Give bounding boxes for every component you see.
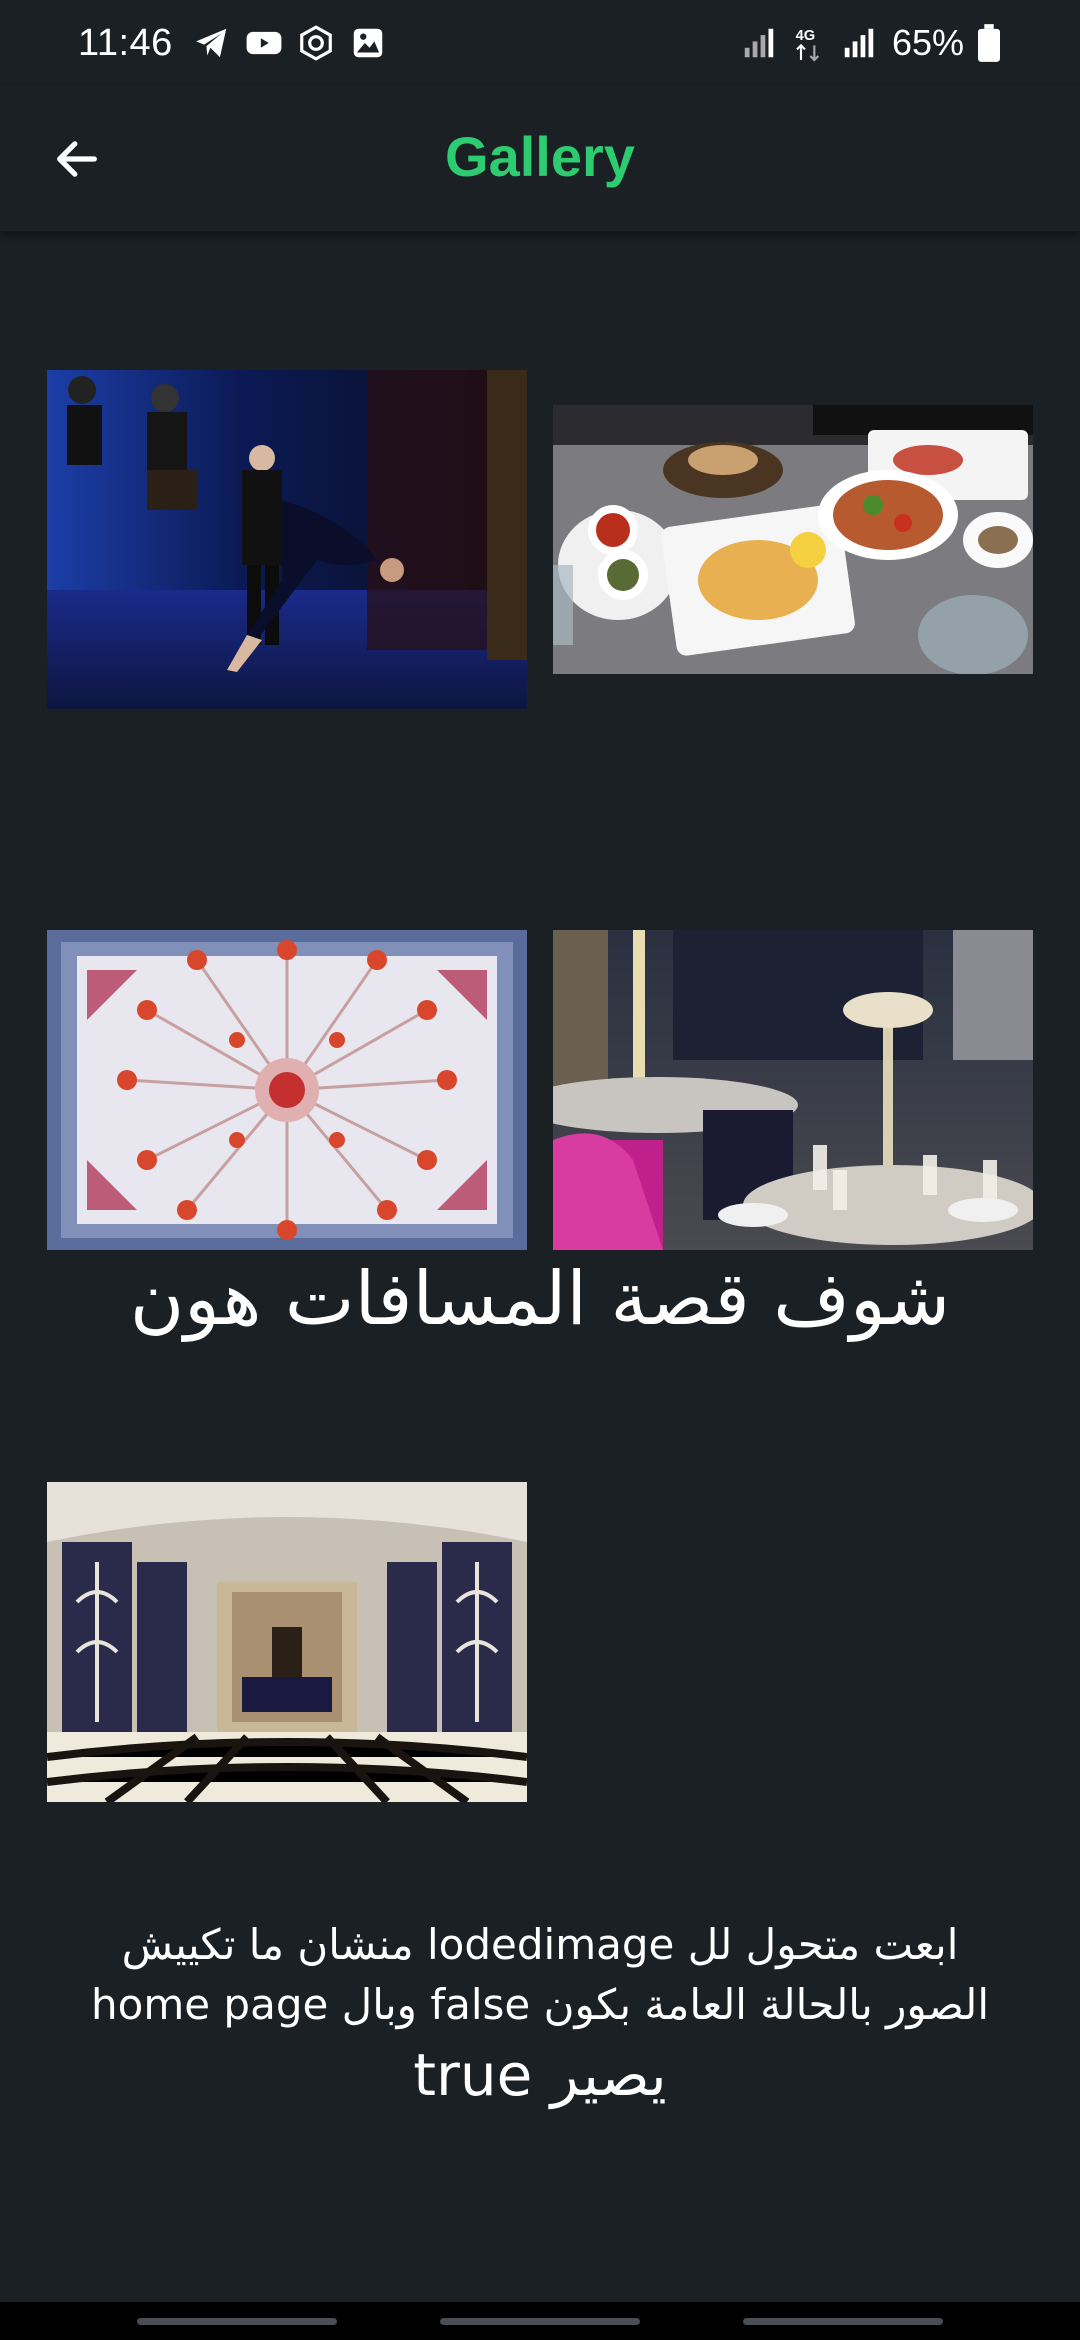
battery-icon xyxy=(978,24,1002,62)
nav-back-button[interactable] xyxy=(743,2318,943,2325)
status-right: 4G 65% xyxy=(740,22,1002,64)
tango-dancers-photo[interactable] xyxy=(47,370,527,709)
app-bar: Gallery xyxy=(0,86,1080,232)
page-title: Gallery xyxy=(445,125,635,188)
svg-text:4G: 4G xyxy=(796,28,816,44)
note-line-2: الصور بالحالة العامة بكون false وبال hom… xyxy=(91,1979,989,2029)
youtube-icon xyxy=(245,24,283,62)
signal-icon xyxy=(840,24,878,62)
navigation-bar xyxy=(0,2302,1080,2340)
battery-percent: 65% xyxy=(891,22,964,63)
nav-home-button[interactable] xyxy=(440,2318,640,2325)
chandelier-ceiling-photo[interactable] xyxy=(47,930,527,1250)
status-left: 11:46 xyxy=(78,22,387,65)
network-4g-icon: 4G xyxy=(792,24,826,62)
note-line-1: ابعت متحول لل lodedimage منشان ما تكييش xyxy=(121,1920,959,1969)
status-bar: 11:46 4G 65% xyxy=(0,0,1080,86)
hexagon-settings-icon xyxy=(297,24,335,62)
overlay-caption: شوف قصة المسافات هون xyxy=(129,1256,951,1342)
telegram-icon xyxy=(193,24,231,62)
lobby-hall-photo[interactable] xyxy=(47,1482,527,1802)
nav-recent-button[interactable] xyxy=(137,2318,337,2325)
note-line-3: يصير true xyxy=(413,2041,667,2110)
food-table-photo[interactable] xyxy=(553,405,1033,674)
image-icon xyxy=(349,24,387,62)
note-text: ابعت متحول لل lodedimage منشان ما تكييش … xyxy=(60,1915,1020,2117)
restaurant-dining-photo[interactable] xyxy=(553,930,1033,1250)
status-time: 11:46 xyxy=(78,21,173,64)
signal-icon xyxy=(740,24,778,62)
